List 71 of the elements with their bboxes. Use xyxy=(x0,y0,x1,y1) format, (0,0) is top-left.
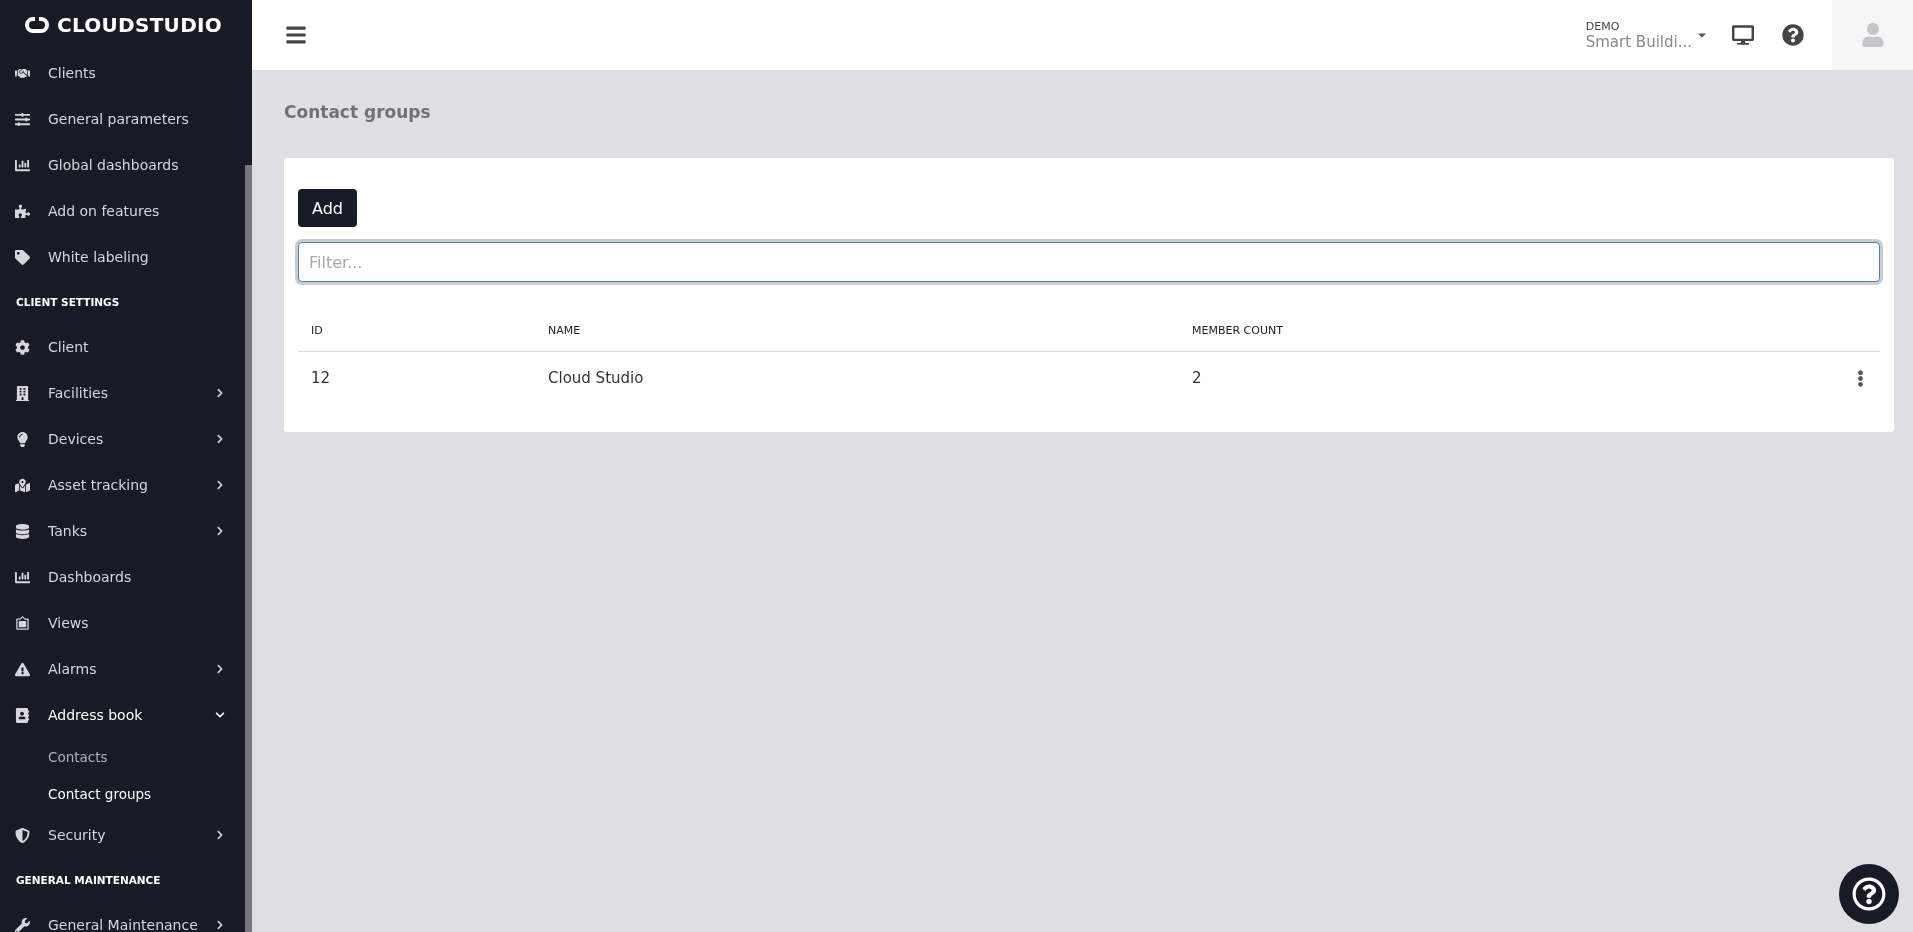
column-header[interactable]: MEMBER COUNT xyxy=(1179,324,1840,352)
tag-icon xyxy=(15,249,30,265)
sidebar-item-label: Global dashboards xyxy=(48,157,180,173)
sidebar-item[interactable]: Dashboards xyxy=(0,554,245,600)
sidebar-item[interactable]: General Maintenance xyxy=(0,902,245,932)
sidebar-item-label: Views xyxy=(48,615,90,631)
page-title: Contact groups xyxy=(284,102,432,122)
sidebar-item[interactable]: Clients xyxy=(0,50,245,96)
scrollbar-thumb[interactable] xyxy=(245,165,252,932)
puzzle-icon xyxy=(15,203,30,219)
sidebar-item-label: Security xyxy=(48,827,107,843)
building-icon xyxy=(15,385,30,401)
sidebar-item[interactable]: Asset tracking xyxy=(0,462,245,508)
sidebar-item[interactable]: Devices xyxy=(0,416,245,462)
column-header[interactable]: ID xyxy=(298,324,535,352)
address-book-icon xyxy=(15,707,30,723)
account-name[interactable]: Smart Buildi... xyxy=(1585,32,1692,51)
table-cell-text: Cloud Studio xyxy=(547,368,645,389)
sidebar-item-label: Address book xyxy=(48,707,144,723)
bar-chart-icon xyxy=(15,569,30,585)
sidebar-item[interactable]: Add on features xyxy=(0,188,245,234)
sidebar-item-label: General parameters xyxy=(48,111,190,127)
sidebar-item-label: Alarms xyxy=(48,661,98,677)
sidebar-subitem[interactable]: Contacts xyxy=(0,738,245,775)
help-icon xyxy=(1852,877,1886,911)
sidebar-item-label: White labeling xyxy=(48,249,150,265)
menu-icon[interactable] xyxy=(285,24,307,46)
logo-text: CLOUDSTUDIO xyxy=(56,13,223,37)
help-icon[interactable] xyxy=(1782,24,1804,46)
help-button[interactable] xyxy=(1839,864,1899,924)
sidebar-item-label: Clients xyxy=(48,65,97,81)
database-icon xyxy=(15,523,30,539)
sidebar-item[interactable]: General parameters xyxy=(0,96,245,142)
sidebar-item-label: Devices xyxy=(48,431,105,447)
gear-icon xyxy=(15,339,30,355)
sidebar-item-label: Facilities xyxy=(48,385,109,401)
wrench-icon xyxy=(15,917,30,932)
sidebar-item[interactable]: Views xyxy=(0,600,245,646)
sidebar-item-label: Add on features xyxy=(48,203,161,219)
sidebar-section-heading: CLIENT SETTINGS xyxy=(15,295,121,310)
sidebar-item-label: General Maintenance xyxy=(48,917,199,932)
sidebar-item[interactable]: White labeling xyxy=(0,234,245,280)
sidebar-item-label: Tanks xyxy=(48,523,89,539)
sidebar-item[interactable]: Address book xyxy=(0,692,245,738)
sidebar-item[interactable]: Facilities xyxy=(0,370,245,416)
sidebar-section-heading: GENERAL MAINTENANCE xyxy=(15,873,162,888)
column-header[interactable]: NAME xyxy=(535,324,1179,352)
sidebar-item-label: Asset tracking xyxy=(48,477,149,493)
map-icon xyxy=(15,477,30,493)
sidebar-item[interactable]: Alarms xyxy=(0,646,245,692)
shield-icon xyxy=(15,827,30,843)
frame-icon xyxy=(15,615,30,631)
table-cell-text: 2 xyxy=(1191,368,1203,389)
logo-icon xyxy=(22,14,51,36)
sidebar-subitem[interactable]: Contact groups xyxy=(0,775,245,812)
sidebar-item-label: Dashboards xyxy=(48,569,133,585)
monitor-icon[interactable] xyxy=(1732,24,1754,46)
sidebar-item[interactable]: Security xyxy=(0,812,245,858)
user-icon xyxy=(1860,23,1885,47)
sliders-icon xyxy=(15,111,30,127)
filter-field[interactable]: Filter... xyxy=(298,242,1880,282)
sidebar-item[interactable]: Global dashboards xyxy=(0,142,245,188)
sidebar-item-label: Client xyxy=(48,339,90,355)
account-label: DEMO xyxy=(1585,19,1621,33)
table-cell-text: 12 xyxy=(310,368,332,389)
lightbulb-icon xyxy=(15,431,30,447)
sidebar-item[interactable]: Tanks xyxy=(0,508,245,554)
sidebar-item[interactable]: Client xyxy=(0,324,245,370)
add-button[interactable]: Add xyxy=(298,189,357,227)
warning-icon xyxy=(15,661,30,677)
bar-chart-icon xyxy=(15,157,30,173)
